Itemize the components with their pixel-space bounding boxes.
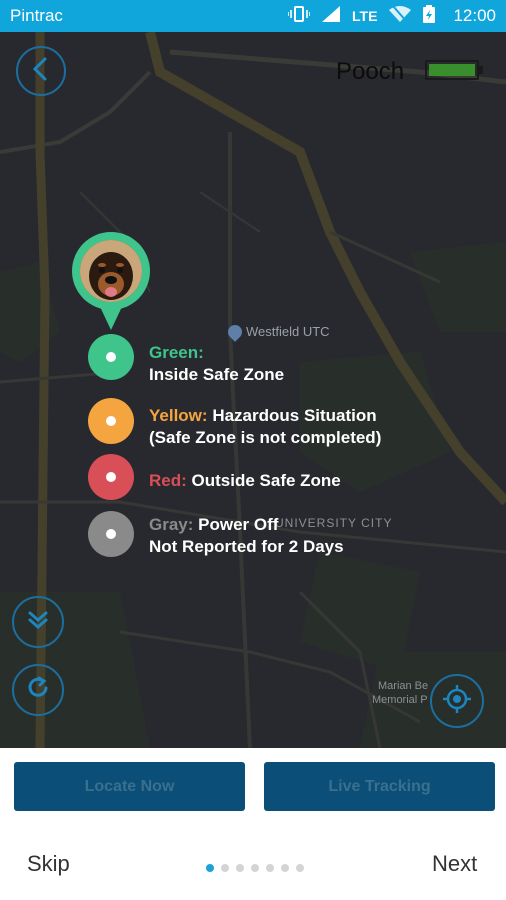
legend-yellow-key: Yellow: bbox=[149, 406, 208, 425]
legend-gray-desc: Power Off bbox=[198, 515, 279, 534]
lte-label: LTE bbox=[352, 8, 378, 24]
status-time: 12:00 bbox=[453, 6, 496, 25]
map-poi-westfield-label: Westfield UTC bbox=[246, 324, 330, 339]
legend-yellow-text: Yellow: Hazardous Situation (Safe Zone i… bbox=[149, 405, 381, 449]
map-dim-overlay bbox=[0, 32, 506, 748]
page-dot-active bbox=[206, 864, 214, 872]
page-dot bbox=[281, 864, 289, 872]
map-label-memorial: Memorial P bbox=[372, 694, 428, 706]
legend-green-desc: Inside Safe Zone bbox=[149, 365, 285, 384]
onboarding-footer: Skip Next bbox=[0, 820, 506, 900]
pet-avatar bbox=[80, 240, 142, 302]
page-dot bbox=[266, 864, 274, 872]
legend-green-key: Green: bbox=[149, 343, 204, 362]
legend-red-desc: Outside Safe Zone bbox=[191, 471, 341, 490]
collapse-button[interactable] bbox=[12, 596, 64, 648]
page-indicator bbox=[206, 864, 304, 872]
marker-head bbox=[72, 232, 150, 310]
legend-gray-dot bbox=[88, 511, 134, 557]
signal-icon bbox=[322, 6, 341, 26]
page-dot bbox=[221, 864, 229, 872]
legend-red-key: Red: bbox=[149, 471, 187, 490]
wifi-off-icon bbox=[389, 5, 412, 26]
back-arrow-icon bbox=[31, 57, 51, 86]
skip-button[interactable]: Skip bbox=[27, 851, 70, 877]
status-app-name: Pintrac bbox=[10, 6, 63, 25]
double-chevron-down-icon bbox=[26, 608, 50, 637]
pet-location-marker[interactable] bbox=[72, 232, 150, 332]
legend-red-text: Red: Outside Safe Zone bbox=[149, 470, 341, 492]
vibrate-icon bbox=[287, 6, 311, 26]
legend-gray-note: Not Reported for 2 Days bbox=[149, 537, 344, 556]
legend-yellow-desc: Hazardous Situation bbox=[212, 406, 377, 425]
legend-red-dot bbox=[88, 454, 134, 500]
refresh-button[interactable] bbox=[12, 664, 64, 716]
location-pin-icon bbox=[225, 321, 245, 342]
page-dot bbox=[236, 864, 244, 872]
legend-gray-text: Gray: Power Off Not Reported for 2 Days bbox=[149, 514, 344, 558]
map-view[interactable]: Westfield UTC UNIVERSITY CITY Marian Be … bbox=[0, 32, 506, 748]
legend-yellow-note: (Safe Zone is not completed) bbox=[149, 428, 382, 447]
refresh-icon bbox=[25, 675, 51, 706]
battery-charging-icon bbox=[423, 5, 436, 27]
next-button[interactable]: Next bbox=[432, 851, 477, 877]
back-button[interactable] bbox=[16, 46, 66, 96]
crosshair-icon bbox=[441, 683, 473, 720]
legend-gray-key: Gray: bbox=[149, 515, 194, 534]
my-location-button[interactable] bbox=[430, 674, 484, 728]
map-label-marian: Marian Be bbox=[378, 680, 429, 692]
action-bar-backdrop bbox=[0, 748, 506, 820]
page-dot bbox=[296, 864, 304, 872]
status-bar: Pintrac LTE 12:00 bbox=[0, 0, 506, 32]
pet-name: Pooch bbox=[336, 58, 405, 85]
legend-yellow-dot bbox=[88, 398, 134, 444]
battery-fill bbox=[429, 64, 475, 76]
page-dot bbox=[251, 864, 259, 872]
legend-green-text: Green: Inside Safe Zone bbox=[149, 342, 284, 386]
map-poi-westfield: Westfield UTC bbox=[225, 321, 330, 342]
pet-battery-indicator bbox=[425, 60, 483, 80]
legend-green-dot bbox=[88, 334, 134, 380]
